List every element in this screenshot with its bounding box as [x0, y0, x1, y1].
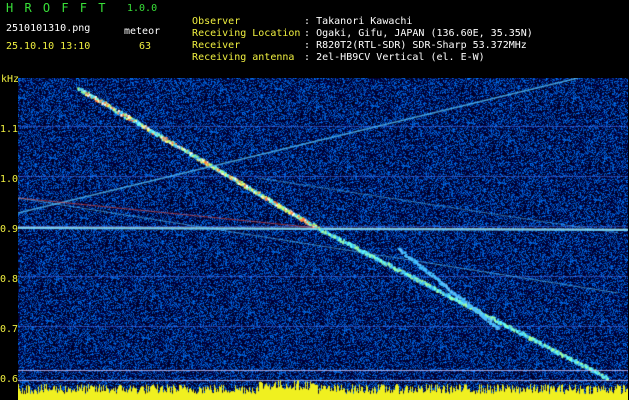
app-version: 1.0.0 — [127, 3, 158, 14]
file-name: 2510101310.png — [6, 23, 91, 34]
detection-label: meteor — [124, 26, 161, 37]
info-label: Receiving antenna — [192, 52, 295, 63]
y-tick: 0.7 — [0, 324, 19, 335]
info-value: : 2el-HB9CV Vertical (el. E-W) — [304, 52, 485, 63]
y-axis-unit: kHz — [1, 74, 20, 85]
y-tick: 0.6 — [0, 374, 19, 385]
y-tick: 0.8 — [0, 274, 19, 285]
spectrogram-plot — [18, 78, 628, 400]
info-row-antenna: Receiving antenna : 2el-HB9CV Vertical (e… — [180, 40, 485, 64]
spectrogram-canvas — [18, 78, 628, 400]
meteor-count: 63 — [139, 41, 152, 52]
y-tick: 0.9 — [0, 224, 19, 235]
y-tick: 1.0 — [0, 174, 19, 185]
observation-datetime: 25.10.10 13:10 — [6, 41, 91, 52]
app-title: H R O F F T — [6, 1, 108, 15]
y-tick: 1.1 — [0, 124, 19, 135]
